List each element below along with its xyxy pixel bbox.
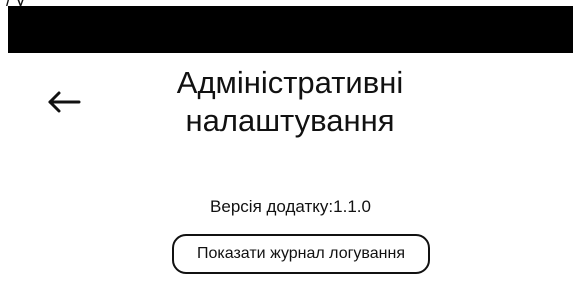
status-bar-redacted (8, 6, 573, 53)
page-title-line-2: налаштування (185, 103, 395, 138)
back-button[interactable] (40, 82, 88, 122)
page-title: Адміністративні налаштування (130, 64, 450, 140)
app-version-value: 1.1.0 (333, 197, 371, 216)
page-title-line-1: Адміністративні (176, 65, 404, 100)
show-log-button[interactable]: Показати журнал логування (172, 234, 430, 274)
admin-settings-screen: / y Адміністративні налаштування Версія … (0, 0, 581, 282)
app-version-label: Версія додатку: (210, 197, 334, 216)
app-version-row: Версія додатку:1.1.0 (0, 196, 581, 218)
arrow-left-icon (46, 90, 82, 114)
